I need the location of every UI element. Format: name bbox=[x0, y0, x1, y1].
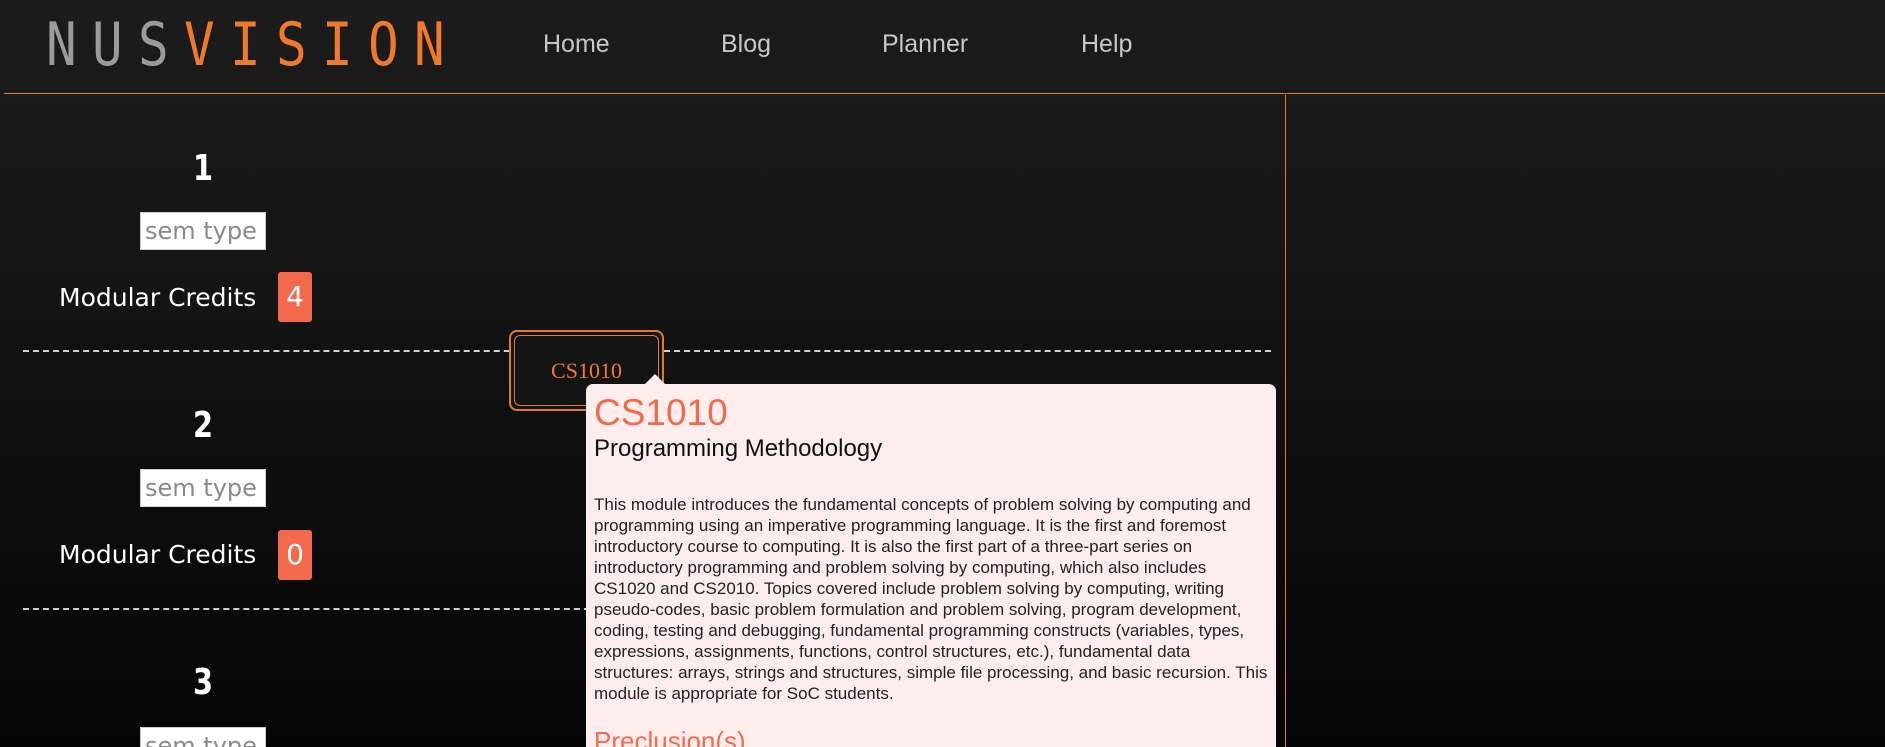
tooltip-module-description: This module introduces the fundamental c… bbox=[594, 495, 1268, 703]
modular-credits-label: Modular Credits bbox=[59, 283, 257, 312]
logo-text-vision: VISION bbox=[184, 10, 461, 80]
semester-number: 2 bbox=[192, 405, 214, 446]
semester-type-input[interactable] bbox=[140, 727, 266, 747]
tooltip-module-code: CS1010 bbox=[594, 392, 728, 433]
app-root: NUSVISION Home Blog Planner Help 1 Modul… bbox=[0, 0, 1885, 747]
header-bar: NUSVISION Home Blog Planner Help bbox=[4, 0, 1885, 94]
modular-credits-badge: 0 bbox=[278, 530, 312, 580]
semester-type-input[interactable] bbox=[140, 469, 266, 507]
nav-help[interactable]: Help bbox=[1081, 30, 1132, 59]
modular-credits-badge: 4 bbox=[278, 272, 312, 322]
semester-number: 1 bbox=[192, 148, 214, 189]
nav-planner[interactable]: Planner bbox=[882, 30, 968, 59]
nav-home[interactable]: Home bbox=[543, 30, 610, 59]
semester-type-input[interactable] bbox=[140, 212, 266, 250]
module-info-tooltip: CS1010 Programming Methodology This modu… bbox=[586, 384, 1276, 747]
semester-number: 3 bbox=[192, 662, 214, 703]
column-divider bbox=[1285, 95, 1286, 747]
tooltip-module-title: Programming Methodology bbox=[594, 435, 883, 462]
module-card-code: CS1010 bbox=[551, 358, 622, 383]
modular-credits-label: Modular Credits bbox=[59, 540, 257, 569]
nusvision-logo[interactable]: NUSVISION bbox=[46, 14, 460, 76]
nav-blog[interactable]: Blog bbox=[721, 30, 771, 59]
logo-text-nus: NUS bbox=[46, 10, 185, 80]
tooltip-preclusion-heading: Preclusion(s) bbox=[594, 726, 746, 747]
